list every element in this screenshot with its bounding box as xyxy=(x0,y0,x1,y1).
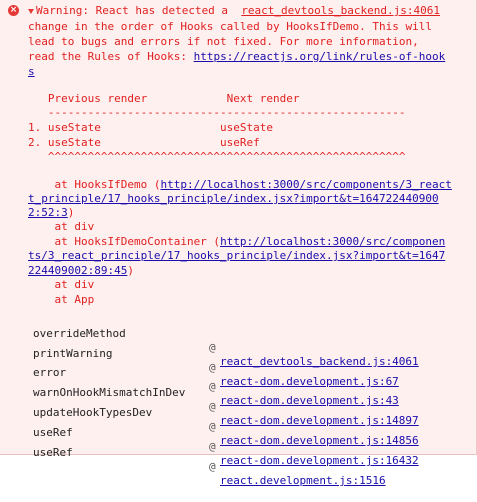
stack-line-app: at App xyxy=(28,293,95,306)
comparison-carets: ^^^^^^^^^^^^^^^^^^^^^^^^^^^^^^^^^^^^^^^^… xyxy=(28,150,406,163)
at-symbol: @ xyxy=(209,341,216,354)
stack-source-link[interactable]: http://localhost:3000/src/components/3_r… xyxy=(160,178,451,191)
source-link[interactable]: react-dom.development.js:16432 xyxy=(220,454,419,468)
function-name: printWarning xyxy=(33,347,113,360)
rules-link[interactable]: https://reactjs.org/link/rules-of-hook xyxy=(194,50,446,63)
comparison-row: 1. useState useState xyxy=(28,121,274,134)
source-link[interactable]: react.development.js:1516 xyxy=(220,474,386,488)
stack-prefix: at HooksIfDemoContainer ( xyxy=(28,235,221,248)
warning-source-link[interactable]: react_devtools_backend.js:4061 xyxy=(241,4,440,17)
stack-line-div: at div xyxy=(28,278,95,291)
warning-line-3: lead to bugs and errors if not fixed. Fo… xyxy=(28,35,419,48)
comparison-row: 2. useState useRef xyxy=(28,136,260,149)
warning-first-line: Warning: React has detected a react_devt… xyxy=(36,4,440,18)
warning-rules-line-wrap: s xyxy=(28,65,35,79)
stack-source-link-wrap[interactable]: t_principle/17_hooks_principle/index.jsx… xyxy=(28,192,439,205)
comparison-header: Previous render Next render xyxy=(28,92,300,105)
warning-rules-line: read the Rules of Hooks: https://reactjs… xyxy=(28,50,445,64)
console-error-message: × Warning: React has detected a react_de… xyxy=(0,0,477,487)
stack-suffix: ) xyxy=(67,206,75,219)
rules-prefix: read the Rules of Hooks: xyxy=(28,50,194,63)
function-name: updateHookTypesDev xyxy=(33,406,153,419)
stack-line-container: at HooksIfDemoContainer (http://localhos… xyxy=(28,235,445,249)
function-name: overrideMethod xyxy=(33,327,126,340)
stack-suffix: ) xyxy=(127,264,134,277)
stack-line-wrap: 224409002:89:45) xyxy=(28,264,134,278)
source-link[interactable]: react-dom.development.js:43 xyxy=(220,394,399,408)
stack-line-div: at div xyxy=(28,220,95,233)
at-symbol: @ xyxy=(209,361,216,374)
stack-line-wrap: ts/3_react_principle/17_hooks_principle/… xyxy=(28,249,445,263)
function-name: useRef xyxy=(33,446,73,459)
error-icon: × xyxy=(8,5,19,16)
source-link[interactable]: react-dom.development.js:14856 xyxy=(220,434,419,448)
stack-line-hooksifdemo: at HooksIfDemo (http://localhost:3000/sr… xyxy=(28,178,451,192)
stack-source-link[interactable]: http://localhost:3000/src/componen xyxy=(220,235,445,248)
source-link[interactable]: react_devtools_backend.js:4061 xyxy=(220,355,419,369)
stack-prefix: at HooksIfDemo ( xyxy=(28,178,161,191)
at-symbol: @ xyxy=(209,420,216,433)
function-name: warnOnHookMismatchInDev xyxy=(33,386,186,399)
rules-link-wrap[interactable]: s xyxy=(28,65,35,78)
at-symbol: @ xyxy=(209,440,216,453)
at-symbol: @ xyxy=(209,380,216,393)
call-stack-row: useRef @ react.development.js:1516 xyxy=(0,432,386,502)
stack-line-wrap: t_principle/17_hooks_principle/index.jsx… xyxy=(28,192,439,206)
at-symbol: @ xyxy=(209,460,216,473)
stack-source-link-wrap[interactable]: ts/3_react_principle/17_hooks_principle/… xyxy=(28,249,445,262)
at-symbol: @ xyxy=(209,400,216,413)
source-link[interactable]: react-dom.development.js:67 xyxy=(220,375,399,389)
expand-triangle-icon[interactable] xyxy=(28,9,34,14)
stack-source-link-wrap[interactable]: 2:52:3 xyxy=(28,206,68,219)
stack-source-link-wrap[interactable]: 224409002:89:45 xyxy=(28,264,127,277)
warning-line-2: change in the order of Hooks called by H… xyxy=(28,20,432,33)
comparison-divider: ----------------------------------------… xyxy=(28,106,406,119)
source-link[interactable]: react-dom.development.js:14897 xyxy=(220,414,419,428)
warning-prefix: Warning: React has detected a xyxy=(36,4,235,17)
stack-line-wrap: 2:52:3) xyxy=(28,206,74,220)
